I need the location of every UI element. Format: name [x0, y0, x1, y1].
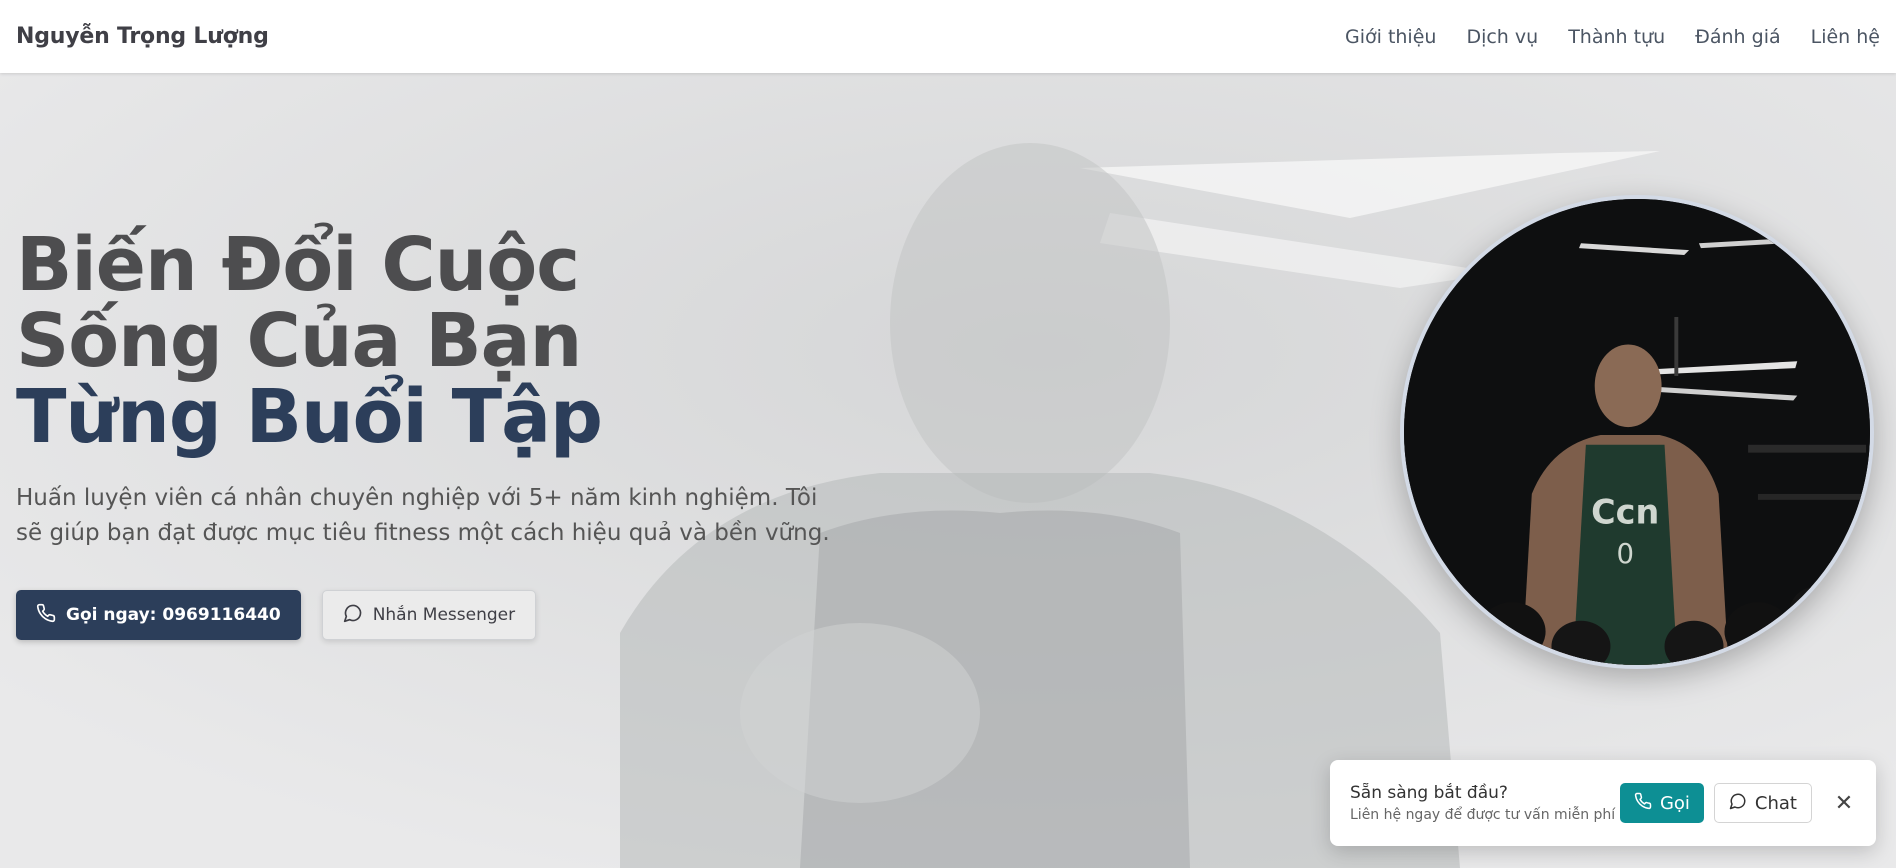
cta-call-label: Gọi — [1659, 792, 1690, 814]
hero-subtitle: Huấn luyện viên cá nhân chuyên nghiệp vớ… — [16, 485, 830, 546]
main-menu: Giới thiệu Dịch vụ Thành tựu Đánh giá Li… — [1345, 26, 1880, 48]
headline-line-1: Biến Đổi Cuộc — [16, 222, 580, 308]
call-now-button[interactable]: Gọi ngay: 0969116440 — [16, 590, 301, 640]
nav-link-dich-vu[interactable]: Dịch vụ — [1466, 26, 1538, 48]
contact-cta-card: Sẵn sàng bắt đầu? Liên hệ ngay để được t… — [1330, 760, 1876, 846]
nav-link-gioi-thieu[interactable]: Giới thiệu — [1345, 26, 1436, 48]
chat-bubble-icon — [343, 603, 363, 628]
chat-bubble-icon — [1729, 792, 1747, 815]
phone-icon — [36, 603, 56, 628]
hero-buttons: Gọi ngay: 0969116440 Nhắn Messenger — [16, 590, 537, 640]
messenger-label: Nhắn Messenger — [372, 605, 516, 625]
top-navbar: Nguyễn Trọng Lượng Giới thiệu Dịch vụ Th… — [0, 0, 1896, 73]
brand-name[interactable]: Nguyễn Trọng Lượng — [16, 24, 269, 49]
cta-call-button[interactable]: Gọi — [1619, 783, 1704, 823]
svg-text:0: 0 — [1616, 538, 1634, 570]
cta-chat-button[interactable]: Chat — [1713, 783, 1812, 823]
cta-subtitle: Liên hệ ngay để được tư vấn miễn phí — [1350, 807, 1616, 823]
headline-line-3: Từng Buổi Tập — [16, 374, 603, 460]
nav-link-thanh-tuu[interactable]: Thành tựu — [1568, 26, 1665, 48]
hero-section: Biến Đổi Cuộc Sống Của Bạn Từng Buổi Tập… — [0, 73, 1896, 868]
cta-text: Sẵn sàng bắt đầu? Liên hệ ngay để được t… — [1350, 783, 1620, 823]
svg-text:Ccn: Ccn — [1591, 492, 1659, 531]
cta-title: Sẵn sàng bắt đầu? — [1350, 783, 1508, 803]
call-now-label: Gọi ngay: 0969116440 — [66, 605, 281, 625]
nav-link-lien-he[interactable]: Liên hệ — [1811, 26, 1880, 48]
messenger-button[interactable]: Nhắn Messenger — [321, 590, 537, 640]
trainer-photo: Ccn 0 — [1400, 195, 1874, 669]
close-icon[interactable]: ✕ — [1830, 789, 1858, 817]
nav-link-danh-gia[interactable]: Đánh giá — [1695, 26, 1780, 48]
cta-chat-label: Chat — [1754, 792, 1797, 814]
phone-icon — [1634, 792, 1652, 815]
hero-headline: Biến Đổi Cuộc Sống Của Bạn Từng Buổi Tập — [16, 222, 603, 460]
headline-line-2: Sống Của Bạn — [16, 298, 582, 384]
